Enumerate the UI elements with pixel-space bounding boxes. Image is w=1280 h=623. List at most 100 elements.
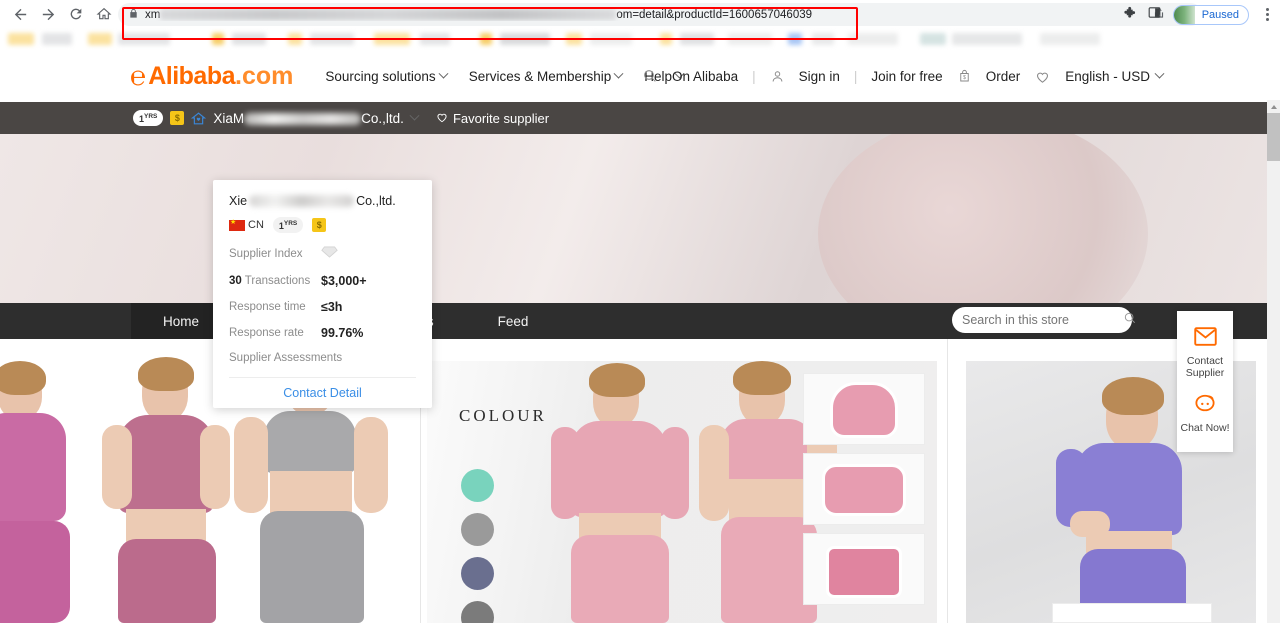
chat-now-button[interactable]: Chat Now! (1180, 393, 1229, 434)
product-image-2: COLOUR (421, 361, 947, 623)
product-grid: COLOUR (0, 339, 1268, 623)
supplier-card-row-index: Supplier Index (229, 245, 416, 262)
browser-chrome: xmom=detail&productId=1600657046039 (0, 0, 1280, 50)
chat-now-label: Chat Now! (1180, 422, 1229, 434)
search-scope-label[interactable]: On Alibaba (672, 69, 738, 84)
contact-detail-link[interactable]: Contact Detail (283, 386, 362, 400)
order-link[interactable]: Order (986, 69, 1021, 84)
colour-swatch[interactable] (461, 469, 494, 502)
gold-supplier-icon (170, 111, 184, 125)
store-hero-banner: Enjo len Enjoy . Women's yoga&fitness we… (0, 134, 1268, 303)
country-code-label: CN (248, 219, 264, 231)
colour-swatch[interactable] (461, 601, 494, 623)
kebab-menu-icon[interactable] (1260, 8, 1274, 21)
product-detail-panel (803, 533, 925, 605)
floating-contact-widget: Contact Supplier Chat Now! (1177, 311, 1233, 452)
scroll-up-arrow-icon[interactable] (1267, 100, 1280, 113)
diamond-icon (321, 245, 338, 262)
alibaba-logo-mark: ℮ (130, 61, 146, 92)
colour-swatch[interactable] (461, 513, 494, 546)
page-scrollbar[interactable] (1267, 100, 1280, 623)
site-header: ℮ Alibaba .com Sourcing solutions Servic… (0, 50, 1268, 102)
divider: | (752, 69, 756, 84)
colour-swatch[interactable] (461, 557, 494, 590)
product-detail-panel (803, 453, 925, 525)
alibaba-logo-text: Alibaba (148, 62, 235, 91)
response-rate-value: 99.76% (321, 326, 363, 340)
magnifier-icon[interactable] (1123, 311, 1137, 330)
chevron-down-icon (438, 68, 448, 78)
web-page: ℮ Alibaba .com Sourcing solutions Servic… (0, 50, 1280, 623)
supplier-card-footer: Contact Detail (229, 377, 416, 408)
product-detail-panel-stack (803, 373, 925, 605)
chat-bubble-icon (1194, 393, 1216, 418)
heart-icon (435, 110, 449, 127)
extension-status-badge[interactable]: Paused (1173, 5, 1249, 25)
header-menu: Sourcing solutions Services & Membership… (325, 69, 683, 84)
home-icon[interactable] (90, 0, 118, 28)
chevron-down-icon (1155, 68, 1165, 78)
store-search-input[interactable] (962, 313, 1123, 327)
supplier-card-row-response-time: Response time ≤3h (229, 300, 416, 314)
store-nav-item-feed[interactable]: Feed (466, 303, 561, 339)
reload-icon[interactable] (62, 0, 90, 28)
supplier-card-row-response-rate: Response rate 99.76% (229, 326, 416, 340)
verified-factory-icon (191, 112, 206, 125)
forward-arrow-icon[interactable] (34, 0, 62, 28)
product-card-2[interactable]: COLOUR (420, 339, 948, 623)
scrollbar-thumb[interactable] (1267, 113, 1280, 161)
supplier-index-label: Supplier Index (229, 248, 321, 260)
back-arrow-icon[interactable] (6, 0, 34, 28)
supplier-strip-inner: 1YRS XiaMCo.,ltd. Favorite supplier (133, 110, 549, 127)
browser-toolbar: xmom=detail&productId=1600657046039 (0, 0, 1280, 28)
header-menu-label: Sourcing solutions (325, 69, 435, 84)
heart-icon[interactable] (1034, 68, 1051, 85)
puzzle-piece-icon[interactable] (1121, 5, 1136, 25)
join-free-link[interactable]: Join for free (871, 69, 942, 84)
locale-selector[interactable]: English - USD (1065, 69, 1163, 84)
url-visible-tail: om=detail&productId=1600657046039 (616, 9, 812, 21)
svg-text:$: $ (963, 75, 966, 81)
supplier-name-suffix: Co.,ltd. (361, 111, 404, 126)
response-rate-label: Response rate (229, 327, 321, 339)
supplier-card-row-transactions: 30 Transactions $3,000+ (229, 274, 416, 288)
response-time-value: ≤3h (321, 300, 342, 314)
supplier-strip: 1YRS XiaMCo.,ltd. Favorite supplier (0, 102, 1268, 134)
sign-in-link[interactable]: Sign in (799, 69, 840, 84)
store-search-box[interactable] (952, 307, 1132, 333)
alibaba-logo[interactable]: ℮ Alibaba .com (130, 61, 293, 92)
extension-status-label: Paused (1202, 9, 1239, 21)
alibaba-logo-tld: .com (235, 62, 293, 91)
contact-supplier-button[interactable]: Contact Supplier (1186, 327, 1225, 379)
favorite-supplier-button[interactable]: Favorite supplier (435, 110, 549, 127)
side-panel-icon[interactable] (1147, 5, 1162, 25)
contact-supplier-label: Contact Supplier (1186, 355, 1225, 379)
transactions-label: 30 Transactions (229, 275, 321, 287)
transactions-value: $3,000+ (321, 274, 367, 288)
contact-supplier-label-line1: Contact (1187, 355, 1223, 367)
locale-label: English - USD (1065, 69, 1150, 84)
supplier-name[interactable]: XiaMCo.,ltd. (213, 111, 404, 126)
search-icon[interactable] (642, 68, 658, 84)
product-image-2-canvas: COLOUR (427, 361, 937, 623)
contact-supplier-label-line2: Supplier (1186, 367, 1225, 379)
country-badge: CN (229, 219, 264, 231)
transactions-count: 30 (229, 275, 242, 287)
bookmarks-bar[interactable] (0, 28, 1280, 50)
supplier-card-name: XieCo.,ltd. (229, 194, 416, 208)
colour-swatch-list (461, 469, 494, 623)
address-bar[interactable]: xmom=detail&productId=1600657046039 (118, 3, 1202, 26)
header-right-actions: On Alibaba | Sign in | Join for free $ O… (642, 50, 1163, 102)
chevron-down-icon[interactable] (409, 110, 419, 120)
header-menu-item-sourcing[interactable]: Sourcing solutions (325, 69, 446, 84)
china-flag-icon (229, 220, 245, 231)
years-badge: 1YRS (133, 110, 163, 126)
header-menu-item-services[interactable]: Services & Membership (469, 69, 623, 84)
browser-toolbar-right: Paused (1121, 3, 1274, 26)
extension-avatar-icon (1174, 5, 1195, 25)
chevron-down-icon (614, 68, 624, 78)
years-badge-unit: YRS (144, 113, 157, 120)
supplier-hover-card: XieCo.,ltd. CN 1YRS Supplier Index 30 Tr… (213, 180, 432, 408)
supplier-card-name-prefix: Xie (229, 194, 247, 208)
supplier-card-badges: CN 1YRS (229, 217, 416, 233)
